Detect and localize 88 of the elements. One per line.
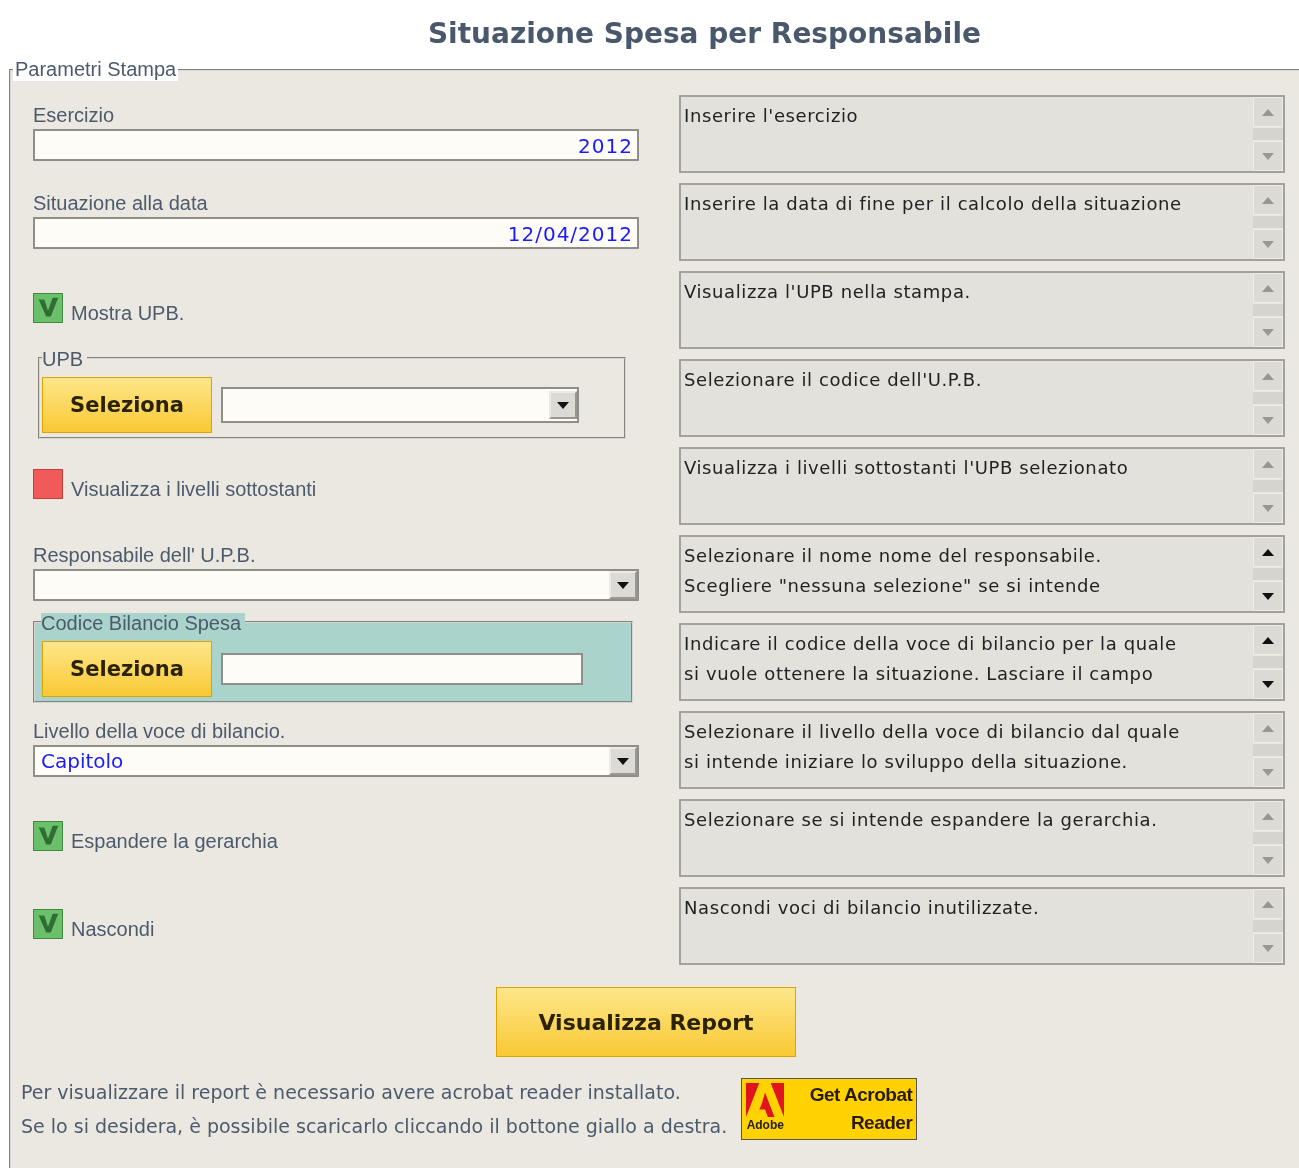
field-label: Situazione alla data bbox=[33, 192, 209, 215]
down-arrow-icon bbox=[1261, 415, 1275, 425]
dropdown-field[interactable] bbox=[221, 387, 579, 423]
scrollbar[interactable] bbox=[1253, 273, 1283, 347]
up-arrow-icon bbox=[1261, 283, 1275, 293]
group-label: UPB bbox=[42, 349, 88, 369]
help-text: Indicare il codice della voce di bilancio per la quale si vuole ottenere la situazione. Lasciare il campo bbox=[683, 632, 1178, 686]
scroll-thumb[interactable] bbox=[1253, 568, 1283, 580]
checkbox-label: Nascondi bbox=[71, 919, 155, 939]
down-arrow-icon bbox=[556, 400, 570, 410]
up-arrow-icon bbox=[1261, 635, 1275, 645]
scrollbar[interactable] bbox=[1253, 625, 1283, 699]
scroll-thumb[interactable] bbox=[1253, 128, 1283, 140]
up-arrow-icon bbox=[1261, 723, 1275, 733]
checkbox-label: Espandere la gerarchia bbox=[71, 831, 278, 851]
up-arrow-icon bbox=[1261, 899, 1275, 909]
scroll-thumb[interactable] bbox=[1253, 480, 1283, 492]
help-text: Nascondi voci di bilancio inutilizzate. bbox=[683, 896, 1041, 920]
help-text: Inserire l'esercizio bbox=[683, 104, 860, 128]
scrollbar[interactable] bbox=[1253, 713, 1283, 787]
dropdown-button[interactable] bbox=[549, 391, 577, 419]
scroll-thumb[interactable] bbox=[1253, 832, 1283, 844]
scroll-thumb[interactable] bbox=[1253, 216, 1283, 228]
dropdown-button[interactable] bbox=[609, 571, 637, 599]
dropdown-field[interactable]: Capitolo bbox=[33, 745, 639, 777]
help-text: Selezionare il codice dell'U.P.B. bbox=[683, 368, 984, 392]
input-field[interactable]: 12/04/2012 bbox=[33, 217, 639, 249]
report-button[interactable]: Visualizza Report bbox=[496, 987, 796, 1057]
brand-label: Adobe bbox=[746, 1118, 784, 1132]
panel-legend: Parametri Stampa bbox=[13, 58, 179, 81]
help-text: Visualizza i livelli sottostanti l'UPB selezionato bbox=[683, 456, 1130, 480]
scroll-thumb[interactable] bbox=[1253, 656, 1283, 668]
scroll-thumb[interactable] bbox=[1253, 392, 1283, 404]
badge-text: Reader bbox=[850, 1111, 913, 1135]
acrobat-reader-badge[interactable]: Adobe Get Acrobat Reader bbox=[741, 1078, 918, 1140]
down-arrow-icon bbox=[616, 756, 630, 766]
scroll-thumb[interactable] bbox=[1253, 920, 1283, 932]
down-arrow-icon bbox=[1261, 943, 1275, 953]
up-arrow-icon bbox=[1261, 811, 1275, 821]
scroll-thumb[interactable] bbox=[1253, 304, 1283, 316]
selected-value: Capitolo bbox=[41, 749, 124, 773]
help-text: Selezionare se si intende espandere la gerarchia. bbox=[683, 808, 1159, 832]
scrollbar[interactable] bbox=[1253, 449, 1283, 523]
field-label: Esercizio bbox=[33, 104, 116, 127]
input-field[interactable] bbox=[221, 653, 583, 685]
down-arrow-icon bbox=[1261, 855, 1275, 865]
page-title: Situazione Spesa per Responsabile bbox=[426, 17, 982, 52]
down-arrow-icon bbox=[1261, 239, 1275, 249]
up-arrow-icon bbox=[1261, 547, 1275, 557]
input-field[interactable]: 2012 bbox=[33, 129, 639, 161]
scroll-thumb[interactable] bbox=[1253, 744, 1283, 756]
dropdown-field[interactable] bbox=[33, 569, 639, 601]
scrollbar[interactable] bbox=[1253, 537, 1283, 611]
down-arrow-icon bbox=[1261, 679, 1275, 689]
dropdown-button[interactable] bbox=[609, 747, 637, 775]
install-note: Per visualizzare il report è necessario avere acrobat reader installato. Se lo si desidera, è possibile scaricarlo cliccando il bottone giallo a destra. bbox=[21, 1080, 728, 1139]
checkbox[interactable] bbox=[33, 293, 63, 323]
down-arrow-icon bbox=[1261, 503, 1275, 513]
checkbox-label: Visualizza i livelli sottostanti bbox=[71, 479, 317, 499]
scrollbar[interactable] bbox=[1253, 185, 1283, 259]
badge-text: Get Acrobat bbox=[809, 1083, 913, 1107]
down-arrow-icon bbox=[1261, 327, 1275, 337]
scrollbar[interactable] bbox=[1253, 97, 1283, 171]
checkbox-label: Mostra UPB. bbox=[71, 303, 185, 323]
scrollbar[interactable] bbox=[1253, 801, 1283, 875]
help-text: Inserire la data di fine per il calcolo della situazione bbox=[683, 192, 1183, 216]
up-arrow-icon bbox=[1261, 371, 1275, 381]
down-arrow-icon bbox=[1261, 767, 1275, 777]
checkbox[interactable] bbox=[33, 469, 63, 499]
down-arrow-icon bbox=[616, 580, 630, 590]
help-text: Selezionare il nome nome del responsabile. Scegliere "nessuna selezione" se si intende bbox=[683, 544, 1103, 598]
help-text: Visualizza l'UPB nella stampa. bbox=[683, 280, 972, 304]
up-arrow-icon bbox=[1261, 459, 1275, 469]
checkbox[interactable] bbox=[33, 909, 63, 939]
adobe-logo-icon bbox=[746, 1082, 785, 1118]
down-arrow-icon bbox=[1261, 151, 1275, 161]
down-arrow-icon bbox=[1261, 591, 1275, 601]
field-label: Responsabile dell' U.P.B. bbox=[33, 544, 257, 567]
help-text: Selezionare il livello della voce di bilancio dal quale si intende iniziare lo sviluppo della situazione. bbox=[683, 720, 1181, 774]
up-arrow-icon bbox=[1261, 195, 1275, 205]
scrollbar[interactable] bbox=[1253, 889, 1283, 963]
group-label: Codice Bilancio Spesa bbox=[41, 613, 246, 633]
checkbox[interactable] bbox=[33, 821, 63, 851]
scrollbar[interactable] bbox=[1253, 361, 1283, 435]
select-button[interactable]: Seleziona bbox=[42, 641, 212, 697]
up-arrow-icon bbox=[1261, 107, 1275, 117]
select-button[interactable]: Seleziona bbox=[42, 377, 212, 433]
field-label: Livello della voce di bilancio. bbox=[33, 720, 287, 743]
